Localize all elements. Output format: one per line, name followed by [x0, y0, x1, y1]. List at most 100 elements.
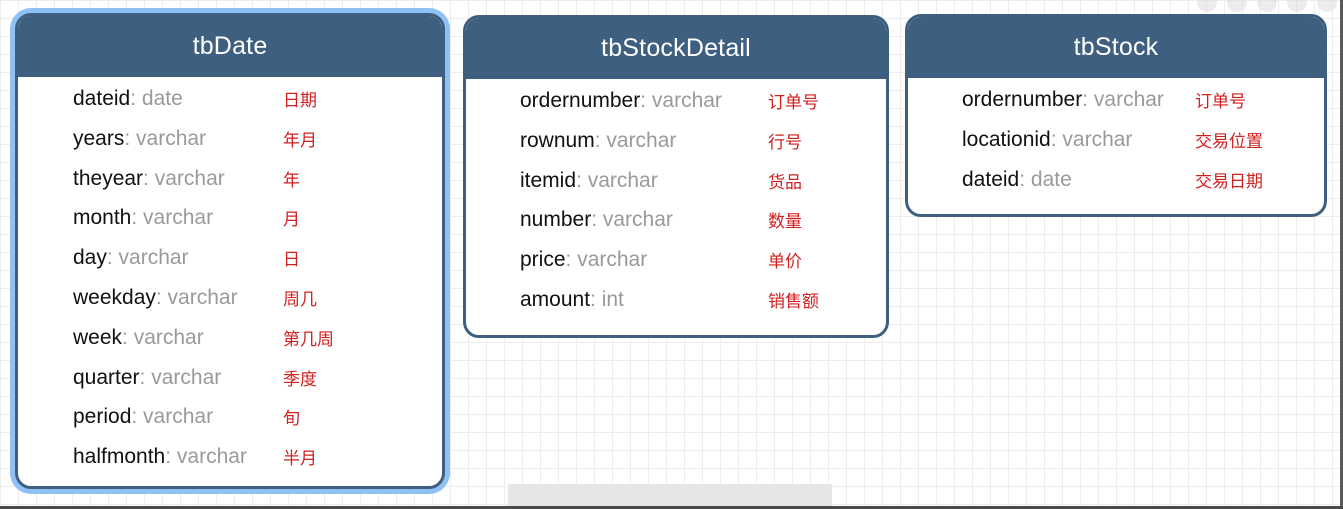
field-label: day: varchar [73, 240, 189, 276]
field-comment: 日 [283, 250, 300, 271]
field-comment: 数量 [768, 212, 802, 233]
field-comment: 季度 [283, 369, 317, 390]
field-name: day [73, 246, 107, 270]
field-row[interactable]: dateid: date 日期 [18, 81, 442, 121]
field-comment: 第几周 [283, 329, 334, 350]
field-comment: 旬 [283, 409, 300, 430]
field-type: : varchar [165, 445, 247, 469]
field-type: : varchar [106, 246, 189, 270]
field-row[interactable]: week: varchar 第几周 [18, 320, 442, 360]
field-comment: 交易位置 [1195, 131, 1263, 152]
diagram-canvas[interactable]: tbDate dateid: date 日期 years: varchar 年月… [0, 0, 1343, 509]
field-type: : varchar [155, 285, 238, 309]
field-name: weekday [73, 285, 156, 309]
field-label: rownum: varchar [520, 123, 676, 159]
field-name: ordernumber [962, 88, 1083, 111]
field-label: itemid: varchar [520, 163, 658, 199]
field-row[interactable]: locationid: varchar 交易位置 [908, 122, 1324, 162]
field-type: : varchar [576, 168, 658, 192]
field-comment: 订单号 [1195, 92, 1246, 112]
field-row[interactable]: amount: int 销售额 [466, 282, 886, 322]
field-comment: 年月 [283, 130, 317, 151]
field-type: : varchar [1050, 127, 1133, 151]
field-name: locationid [962, 127, 1051, 151]
field-label: weekday: varchar [73, 280, 238, 316]
toolbar-button[interactable] [1227, 0, 1247, 12]
field-name: amount [520, 287, 591, 311]
entity-fields: ordernumber: varchar 订单号 locationid: var… [908, 78, 1324, 201]
field-comment: 日期 [283, 91, 317, 111]
field-comment: 行号 [768, 132, 802, 153]
field-row[interactable]: number: varchar 数量 [466, 202, 886, 242]
field-type: : varchar [143, 166, 225, 190]
field-label: halfmonth: varchar [73, 439, 247, 475]
toolbar-button[interactable] [1197, 0, 1217, 12]
field-label: number: varchar [520, 202, 673, 238]
field-name: dateid [73, 87, 131, 110]
entity-title: tbDate [18, 16, 442, 77]
field-type: : varchar [122, 325, 204, 349]
entity-tbstock[interactable]: tbStock ordernumber: varchar 订单号 locatio… [905, 14, 1327, 217]
field-row[interactable]: ordernumber: varchar 订单号 [466, 83, 886, 123]
field-type: : varchar [591, 208, 673, 232]
field-type: : varchar [565, 248, 648, 272]
field-row[interactable]: period: varchar 旬 [18, 399, 442, 439]
entity-fields: ordernumber: varchar 订单号 rownum: varchar… [466, 79, 886, 322]
field-label: amount: int [520, 282, 624, 318]
field-row[interactable]: rownum: varchar 行号 [466, 123, 886, 163]
field-comment: 交易日期 [1195, 171, 1263, 192]
field-type: : varchar [124, 126, 207, 150]
field-type: : varchar [1082, 88, 1164, 111]
field-name: itemid [520, 168, 577, 192]
field-type: : varchar [139, 365, 222, 389]
field-row[interactable]: dateid: date 交易日期 [908, 162, 1324, 202]
field-comment: 货品 [768, 172, 802, 193]
field-row[interactable]: month: varchar 月 [18, 200, 442, 240]
field-row[interactable]: quarter: varchar 季度 [18, 360, 442, 400]
field-comment: 年 [283, 170, 300, 191]
field-type: : varchar [131, 206, 214, 230]
field-type: : varchar [594, 128, 677, 152]
field-type: : varchar [640, 89, 722, 112]
field-name: years [73, 126, 125, 150]
field-comment: 销售额 [768, 291, 819, 312]
field-row[interactable]: halfmonth: varchar 半月 [18, 439, 442, 479]
canvas-toolbar [1197, 0, 1337, 12]
field-name: ordernumber [520, 89, 641, 112]
field-row[interactable]: years: varchar 年月 [18, 121, 442, 161]
entity-title: tbStockDetail [466, 18, 886, 79]
entity-title: tbStock [908, 17, 1324, 78]
entity-tbdate[interactable]: tbDate dateid: date 日期 years: varchar 年月… [15, 13, 445, 489]
field-row[interactable]: price: varchar 单价 [466, 242, 886, 282]
field-name: halfmonth [73, 445, 166, 469]
field-name: month [73, 206, 132, 230]
toolbar-button[interactable] [1287, 0, 1307, 12]
field-label: quarter: varchar [73, 360, 221, 396]
field-name: number [520, 208, 592, 232]
field-comment: 周几 [283, 289, 317, 310]
field-name: price [520, 248, 566, 272]
field-label: week: varchar [73, 320, 204, 356]
field-label: dateid: date [962, 162, 1072, 198]
entity-tbstockdetail[interactable]: tbStockDetail ordernumber: varchar 订单号 r… [463, 15, 889, 338]
field-type: : int [590, 287, 624, 311]
field-label: price: varchar [520, 242, 647, 278]
field-row[interactable]: weekday: varchar 周几 [18, 280, 442, 320]
toolbar-button[interactable] [1257, 0, 1277, 12]
field-comment: 半月 [283, 449, 317, 470]
field-label: years: varchar [73, 121, 206, 157]
field-row[interactable]: day: varchar 日 [18, 240, 442, 280]
field-comment: 订单号 [768, 93, 819, 113]
toolbar-button[interactable] [1317, 0, 1337, 12]
field-label: period: varchar [73, 399, 213, 435]
field-type: : varchar [131, 405, 214, 429]
field-row[interactable]: itemid: varchar 货品 [466, 163, 886, 203]
field-name: theyear [73, 166, 144, 190]
field-type: : date [1019, 167, 1072, 191]
field-row[interactable]: theyear: varchar 年 [18, 161, 442, 201]
field-name: period [73, 405, 132, 429]
field-row[interactable]: ordernumber: varchar 订单号 [908, 82, 1324, 122]
field-name: rownum [520, 128, 595, 152]
field-comment: 月 [283, 210, 300, 231]
field-name: week [73, 325, 123, 349]
